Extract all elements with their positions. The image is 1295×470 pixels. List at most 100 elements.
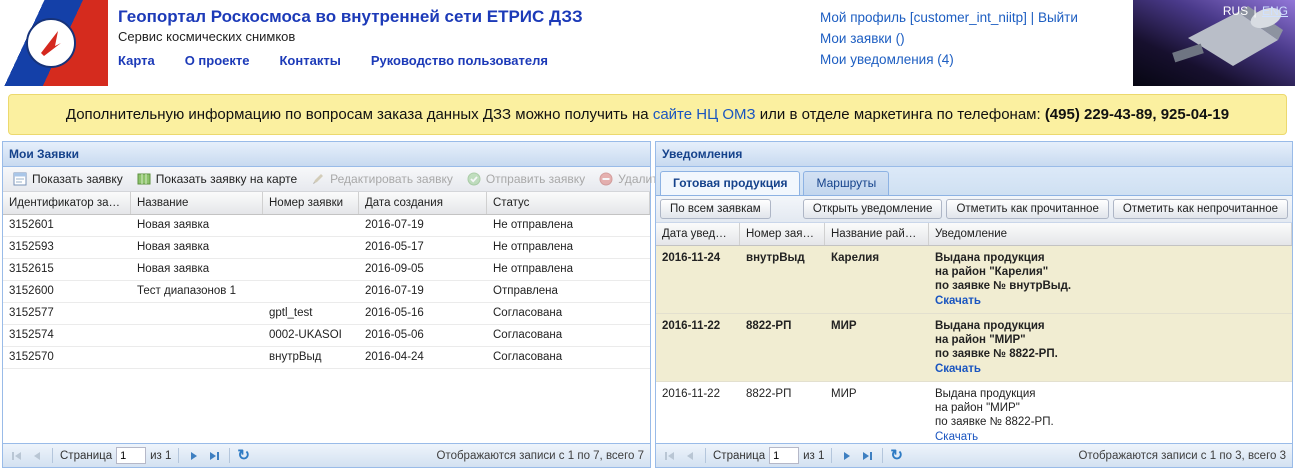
next-page-button[interactable] [839,448,855,464]
edit-request-button: Редактировать заявку [305,170,459,188]
nav-map[interactable]: Карта [118,53,155,68]
cell-status: Согласована [493,307,563,319]
table-row[interactable]: 3152577 gptl_test 2016-05-16 Согласована [3,303,650,325]
message-line: на район "МИР" [935,334,1026,346]
roscosmos-emblem-icon [26,18,76,68]
cell-region: Карелия [831,252,880,264]
requests-panel-title: Мои Заявки [3,142,650,167]
message-line: Выдана продукция [935,252,1045,264]
notifications-tabbar: Готовая продукция Маршруты [656,167,1292,196]
omz-site-link[interactable]: сайте НЦ ОМЗ [653,106,756,123]
column-header-status[interactable]: Статус [487,192,650,214]
button-label: Показать заявку на карте [155,172,298,186]
tab-ready-products[interactable]: Готовая продукция [660,171,801,195]
cell-status: Отправлена [493,285,558,297]
separator [178,448,180,463]
column-header-date[interactable]: Дата уведомл... [656,223,740,245]
separator [229,448,231,463]
notification-row[interactable]: 2016-11-22 8822-РП МИР Выдана продукция … [656,314,1292,382]
requests-pagination-bar: Страница из 1 ↻ Отображаются записи с 1 … [3,443,650,467]
info-banner: Дополнительную информацию по вопросам за… [8,94,1287,135]
cell-name: Новая заявка [137,219,210,231]
button-label: Редактировать заявку [330,172,453,186]
form-icon [13,172,27,186]
cell-region: МИР [831,320,857,332]
cell-created: 2016-05-06 [365,329,424,341]
column-header-id[interactable]: Идентификатор заявки [3,192,131,214]
message-line: по заявке № 8822-РП. [935,416,1054,428]
separator: | [1030,10,1035,25]
cell-id: 3152615 [9,263,54,275]
check-circle-icon [467,172,481,186]
logout-link[interactable]: Выйти [1038,10,1078,25]
requests-grid-body: 3152601 Новая заявка 2016-07-19 Не отпра… [3,215,650,443]
page-label: Страница [713,449,766,462]
table-row[interactable]: 3152574 0002-UKASOI 2016-05-06 Согласова… [3,325,650,347]
table-row[interactable]: 3152600 Тест диапазонов 1 2016-07-19 Отп… [3,281,650,303]
button-label: Отправить заявку [485,172,586,186]
page: Геопортал Роскосмоса во внутренней сети … [0,0,1295,470]
profile-link[interactable]: Мой профиль [customer_int_niitp] [820,10,1027,25]
cell-status: Согласована [493,351,563,363]
lang-rus[interactable]: RUS [1223,4,1248,18]
column-header-request-number[interactable]: Номер заявки [740,223,825,245]
nav-about[interactable]: О проекте [185,53,250,68]
banner-text: или в отделе маркетинга по телефонам: [755,106,1045,123]
page-of-label: из 1 [803,449,825,462]
satellite-image: RUS | ENG [1133,0,1295,86]
language-switcher: RUS | ENG [1223,4,1288,18]
cell-name: Новая заявка [137,241,210,253]
lang-eng[interactable]: ENG [1262,4,1288,18]
column-header-created[interactable]: Дата создания [359,192,487,214]
last-page-button[interactable] [206,448,222,464]
show-request-button[interactable]: Показать заявку [7,170,129,188]
first-page-button [9,448,25,464]
page-number-input[interactable] [769,447,800,464]
separator [882,448,884,463]
page-label: Страница [60,449,113,462]
notifications-toolbar: По всем заявкам Открыть уведомление Отме… [656,196,1292,223]
table-row[interactable]: 3152570 внутрВыд 2016-04-24 Согласована [3,347,650,369]
nav-contacts[interactable]: Контакты [280,53,341,68]
my-requests-panel: Мои Заявки Показать заявку Показать заяв… [2,141,704,468]
page-number-input[interactable] [116,447,147,464]
page-of-label: из 1 [150,449,172,462]
cell-number: внутрВыд [269,351,322,363]
tab-routes[interactable]: Маршруты [803,171,890,195]
site-header: Геопортал Роскосмоса во внутренней сети … [0,0,1295,86]
message-line: Выдана продукция [935,388,1036,400]
message-line: на район "Карелия" [935,266,1049,278]
column-header-region[interactable]: Название района [825,223,929,245]
my-notifications-link[interactable]: Мои уведомления (4) [820,52,954,67]
download-link[interactable]: Скачать [935,430,978,443]
cell-name [131,325,263,346]
cell-status: Согласована [493,329,563,341]
notification-row[interactable]: 2016-11-22 8822-РП МИР Выдана продукция … [656,382,1292,443]
column-header-number[interactable]: Номер заявки [263,192,359,214]
notification-row[interactable]: 2016-11-24 внутрВыд Карелия Выдана проду… [656,246,1292,314]
download-link[interactable]: Скачать [935,362,981,376]
mark-read-button[interactable]: Отметить как прочитанное [946,199,1109,219]
my-requests-link[interactable]: Мои заявки () [820,31,905,46]
next-page-button[interactable] [186,448,202,464]
cell-date: 2016-11-24 [662,252,721,264]
column-header-name[interactable]: Название [131,192,263,214]
table-row[interactable]: 3152593 Новая заявка 2016-05-17 Не отпра… [3,237,650,259]
show-request-on-map-button[interactable]: Показать заявку на карте [131,170,303,188]
table-row[interactable]: 3152601 Новая заявка 2016-07-19 Не отпра… [3,215,650,237]
refresh-icon[interactable]: ↻ [890,448,903,463]
nav-user-guide[interactable]: Руководство пользователя [371,53,548,68]
notifications-panel: Уведомления Готовая продукция Маршруты П… [655,141,1293,468]
download-link[interactable]: Скачать [935,294,981,308]
open-notification-button[interactable]: Открыть уведомление [802,199,943,219]
table-row[interactable]: 3152615 Новая заявка 2016-09-05 Не отпра… [3,259,650,281]
message-line: по заявке № внутрВыд. [935,280,1072,292]
last-page-button[interactable] [859,448,875,464]
mark-unread-button[interactable]: Отметить как непрочитанное [1112,199,1288,219]
column-header-notification[interactable]: Уведомление [929,223,1292,245]
cell-number: 0002-UKASOI [269,329,342,341]
all-requests-filter-button[interactable]: По всем заявкам [660,199,771,219]
refresh-icon[interactable]: ↻ [237,448,250,463]
pager-status: Отображаются записи с 1 по 7, всего 7 [436,449,644,462]
cell-created: 2016-05-16 [365,307,424,319]
